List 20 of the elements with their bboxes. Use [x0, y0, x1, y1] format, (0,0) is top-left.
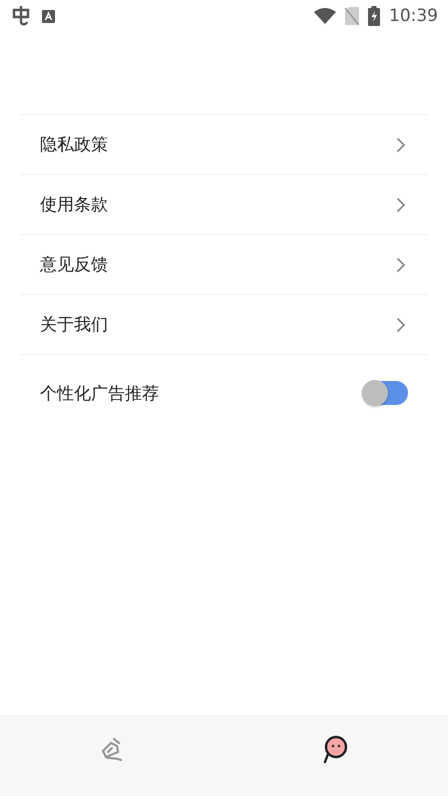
battery-icon	[368, 6, 380, 26]
keyboard-icon	[42, 10, 55, 22]
chevron-icon	[396, 256, 406, 272]
settings-label: 个性化广告推荐	[40, 382, 159, 404]
avatar-icon	[322, 735, 350, 765]
settings-label: 隐私政策	[40, 134, 108, 156]
settings-item[interactable]: 使用条款	[20, 175, 428, 235]
settings-label: 使用条款	[40, 194, 108, 216]
chevron-icon	[396, 196, 406, 212]
toggle-switch[interactable]	[362, 381, 408, 405]
wifi-icon	[314, 8, 336, 24]
no-sim-icon	[345, 7, 359, 25]
settings-item[interactable]: 关于我们	[20, 295, 428, 355]
settings-item[interactable]: 隐私政策	[20, 115, 428, 175]
settings-label: 关于我们	[40, 314, 108, 336]
settings-item[interactable]: 意见反馈	[20, 235, 428, 295]
clock-time: 10:39	[389, 6, 438, 26]
settings-label: 意见反馈	[40, 254, 108, 276]
chevron-icon	[396, 136, 406, 152]
chevron-icon	[396, 316, 406, 332]
